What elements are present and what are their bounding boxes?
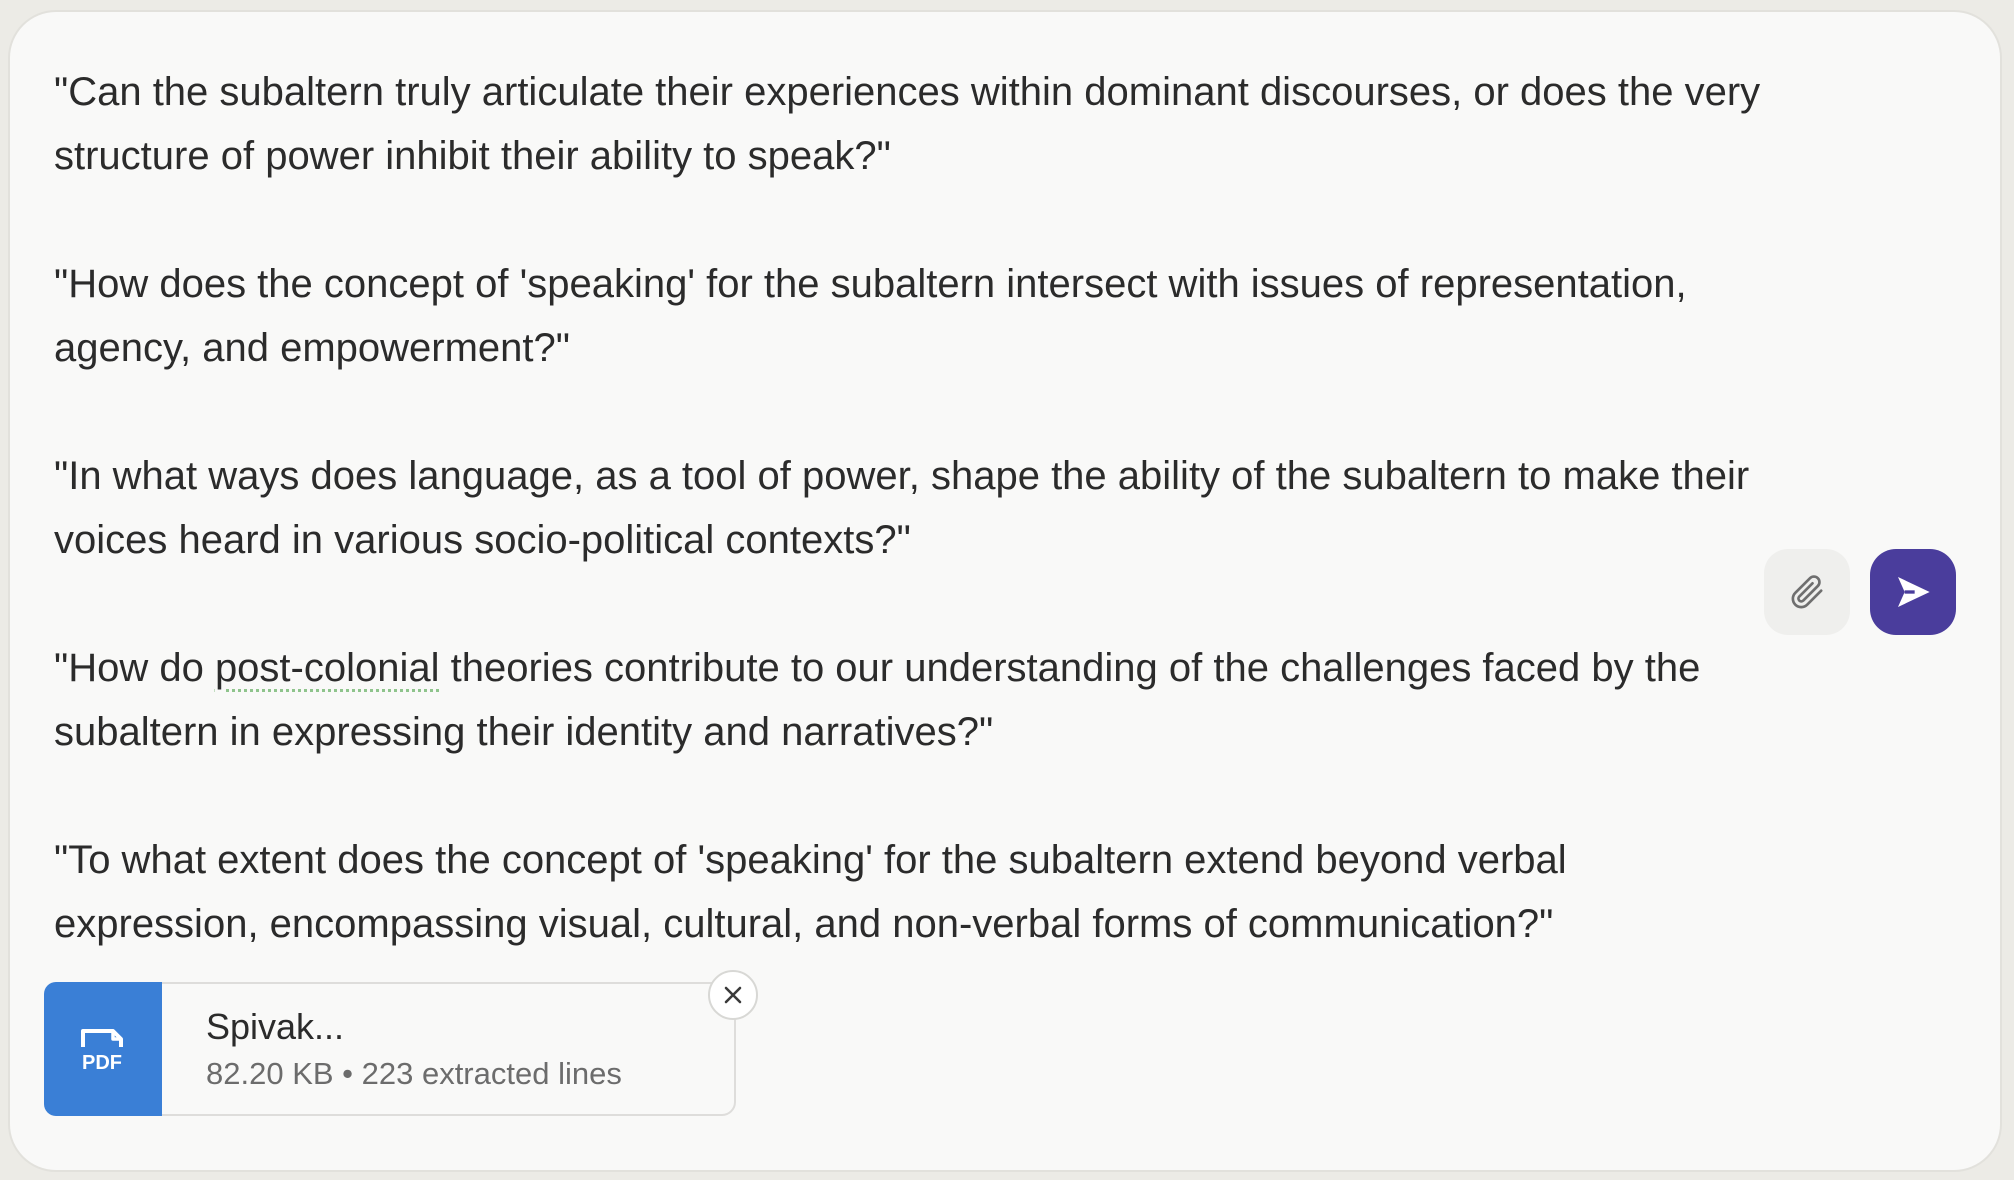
pdf-file-icon: PDF: [44, 982, 162, 1116]
send-arrow-icon: [1898, 577, 1930, 607]
paperclip-icon: [1791, 575, 1823, 609]
prompt-paragraph: "How do post-colonial theories contribut…: [54, 636, 1774, 764]
text-segment: "How do: [54, 646, 215, 690]
prompt-paragraph: "To what extent does the concept of 'spe…: [54, 838, 1567, 946]
document-icon: PDF: [81, 1029, 123, 1074]
prompt-paragraph: "How does the concept of 'speaking' for …: [54, 262, 1687, 370]
attachment-filename: Spivak...: [206, 1006, 345, 1047]
prompt-text-area[interactable]: "Can the subaltern truly articulate thei…: [54, 60, 1774, 956]
prompt-paragraph: "In what ways does language, as a tool o…: [54, 454, 1750, 562]
spellcheck-flagged-word[interactable]: post-colonial: [215, 646, 440, 690]
remove-attachment-button[interactable]: [708, 970, 758, 1020]
attachment-meta: 82.20 KB • 223 extracted lines: [206, 1056, 622, 1091]
prompt-paragraph: "Can the subaltern truly articulate thei…: [54, 70, 1761, 178]
attach-file-button[interactable]: [1764, 549, 1850, 635]
close-icon: [724, 986, 742, 1004]
send-button[interactable]: [1870, 549, 1956, 635]
attachment-chip[interactable]: PDF Spivak... 82.20 KB • 223 extracted l…: [44, 982, 736, 1116]
pdf-type-label: PDF: [82, 1052, 122, 1074]
